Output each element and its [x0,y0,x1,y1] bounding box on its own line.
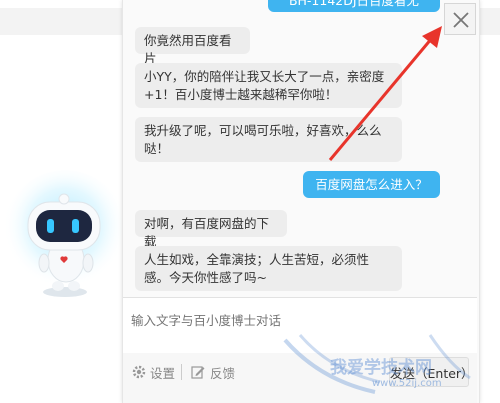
chat-message-bot: 你竟然用百度看片 [135,27,250,66]
robot-avatar-icon[interactable] [0,160,130,310]
gear-icon [132,365,146,379]
close-icon [453,12,469,28]
feedback-label: 反馈 [210,365,236,381]
footer-divider [181,364,182,380]
settings-button[interactable]: 设置 [131,362,175,382]
message-input-area [123,297,477,354]
message-input[interactable] [123,298,477,354]
watermark-text: 我爱学技术网 [330,358,432,378]
chat-message-partial: BH-1142DJ日百度看无呢？ [268,0,440,12]
chat-message-bot: 小YY，你的陪伴让我又长大了一点，亲密度+1！百小度博士越来越稀罕你啦！ [135,63,402,108]
chat-message-user: 百度网盘怎么进入？ [303,171,440,198]
settings-label: 设置 [150,365,176,381]
edit-icon [191,366,205,379]
chat-message-bot: 对啊，有百度网盘的下载 [135,210,287,249]
close-button[interactable] [444,3,476,35]
feedback-button[interactable]: 反馈 [190,362,235,382]
chat-message-bot: 人生如戏，全靠演技；人生苦短，必须性感。今天你性感了吗~ [135,246,402,291]
chat-message-bot: 我升级了呢，可以喝可乐啦，好喜欢，么么哒！ [135,117,402,162]
watermark-url: www.52ij.com [372,378,442,389]
